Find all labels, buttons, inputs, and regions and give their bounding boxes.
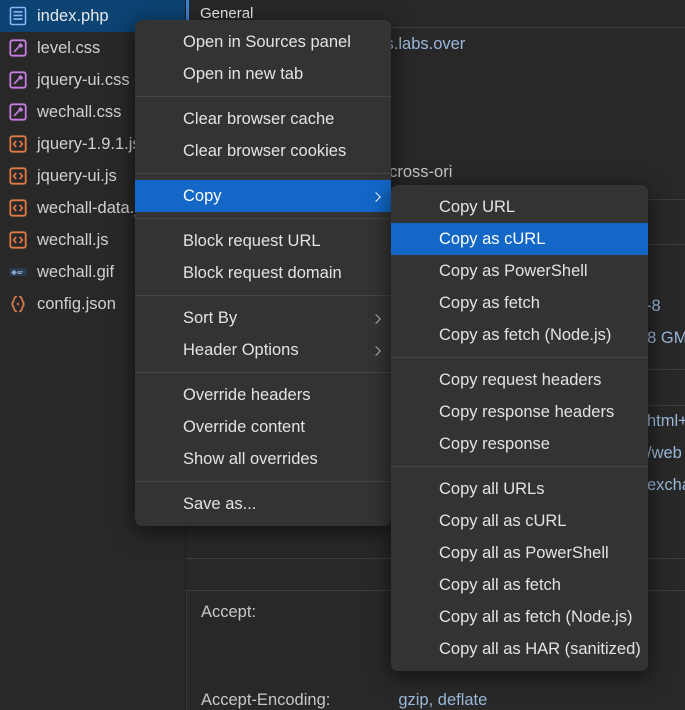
menu-item[interactable]: Override headers xyxy=(135,379,391,411)
devtools-window: General http://natas4.natas.labs.over GE… xyxy=(0,0,685,710)
menu-item[interactable]: Copy response xyxy=(391,428,648,460)
menu-item-label: Copy URL xyxy=(439,197,516,216)
link-web-value: /web xyxy=(647,443,682,462)
request-name-label: index.php xyxy=(37,6,109,25)
script-icon xyxy=(9,231,27,249)
script-icon xyxy=(9,135,27,153)
menu-separator xyxy=(391,466,648,467)
request-name-label: jquery-1.9.1.js xyxy=(37,134,141,153)
menu-separator xyxy=(135,481,391,482)
request-header-row: Accept-Encoding: gzip, deflate xyxy=(186,684,685,710)
menu-item[interactable]: Clear browser cache xyxy=(135,103,391,135)
menu-item[interactable]: Copy URL xyxy=(391,191,648,223)
stylesheet-icon xyxy=(9,39,27,57)
menu-separator xyxy=(135,173,391,174)
menu-item[interactable]: Sort By xyxy=(135,302,391,334)
menu-item-label: Copy xyxy=(183,186,222,205)
menu-item-label: Sort By xyxy=(183,308,238,327)
menu-separator xyxy=(135,96,391,97)
script-icon xyxy=(9,199,27,217)
menu-item-label: Header Options xyxy=(183,340,299,359)
menu-item[interactable]: Copy all as cURL xyxy=(391,505,648,537)
menu-item[interactable]: Save as... xyxy=(135,488,391,520)
image-icon xyxy=(9,268,27,276)
copy-submenu[interactable]: Copy URL Copy as cURL Copy as PowerShell Co… xyxy=(391,185,648,671)
menu-item-label: Copy response xyxy=(439,434,550,453)
menu-item-label: Open in Sources panel xyxy=(183,32,351,51)
menu-item[interactable]: Copy all as HAR (sanitized) xyxy=(391,633,648,665)
stylesheet-icon xyxy=(9,103,27,121)
menu-item-label: Copy all URLs xyxy=(439,479,545,498)
menu-item[interactable]: Copy as fetch (Node.js) xyxy=(391,319,648,351)
request-name-label: wechall.js xyxy=(37,230,109,249)
request-name-label: jquery-ui.js xyxy=(37,166,117,185)
request-name-label: level.css xyxy=(37,38,101,57)
menu-item[interactable]: Copy all as fetch (Node.js) xyxy=(391,601,648,633)
menu-separator xyxy=(135,372,391,373)
network-context-menu[interactable]: Open in Sources panel Open in new tab Clea… xyxy=(135,20,391,526)
chevron-right-icon xyxy=(371,314,381,324)
php-document-icon xyxy=(9,6,27,26)
request-name-label: config.json xyxy=(37,294,116,313)
request-name-label: wechall.gif xyxy=(37,262,115,281)
request-name-label: wechall.css xyxy=(37,102,122,121)
content-type-value: html+ xyxy=(647,411,685,430)
menu-item-label: Clear browser cookies xyxy=(183,141,347,160)
menu-item[interactable]: Copy all as fetch xyxy=(391,569,648,601)
menu-item-label: Save as... xyxy=(183,494,257,513)
menu-item-label: Block request domain xyxy=(183,263,342,282)
menu-item[interactable]: Copy request headers xyxy=(391,364,648,396)
menu-item[interactable]: Clear browser cookies xyxy=(135,135,391,167)
menu-item[interactable]: Header Options xyxy=(135,334,391,366)
script-icon xyxy=(9,167,27,185)
menu-item[interactable]: Copy as cURL xyxy=(391,223,648,255)
menu-item[interactable]: Show all overrides xyxy=(135,443,391,475)
menu-item[interactable]: Copy all URLs xyxy=(391,473,648,505)
link-exchange-value: excha xyxy=(647,475,685,494)
accept-encoding-header-value: gzip, deflate xyxy=(398,690,488,709)
menu-item-label: Copy as cURL xyxy=(439,229,546,248)
menu-separator xyxy=(135,218,391,219)
menu-item-label: Override headers xyxy=(183,385,311,404)
menu-item-label: Copy all as HAR (sanitized) xyxy=(439,639,641,658)
menu-item-label: Open in new tab xyxy=(183,64,304,83)
menu-item-label: Copy as PowerShell xyxy=(439,261,588,280)
menu-item[interactable]: Copy xyxy=(135,180,391,212)
menu-item[interactable]: Copy response headers xyxy=(391,396,648,428)
menu-item[interactable]: Open in Sources panel xyxy=(135,26,391,58)
menu-item[interactable]: Block request URL xyxy=(135,225,391,257)
menu-item[interactable]: Copy as fetch xyxy=(391,287,648,319)
menu-item-label: Copy all as PowerShell xyxy=(439,543,609,562)
menu-item-label: Override content xyxy=(183,417,305,436)
menu-item[interactable]: Copy all as PowerShell xyxy=(391,537,648,569)
menu-item-label: Copy request headers xyxy=(439,370,602,389)
menu-item-label: Copy all as cURL xyxy=(439,511,567,530)
chevron-right-icon xyxy=(371,346,381,356)
menu-item[interactable]: Copy as PowerShell xyxy=(391,255,648,287)
charset-value: -8 xyxy=(646,296,661,315)
menu-item-label: Copy as fetch (Node.js) xyxy=(439,325,612,344)
menu-separator xyxy=(391,357,648,358)
request-name-label: jquery-ui.css xyxy=(37,70,130,89)
accept-encoding-header-name: Accept-Encoding: xyxy=(201,690,331,709)
menu-item-label: Copy all as fetch xyxy=(439,575,561,594)
menu-item[interactable]: Open in new tab xyxy=(135,58,391,90)
menu-separator xyxy=(135,295,391,296)
menu-item-label: Clear browser cache xyxy=(183,109,335,128)
stylesheet-icon xyxy=(9,71,27,89)
menu-item-label: Copy as fetch xyxy=(439,293,540,312)
menu-item-label: Copy all as fetch (Node.js) xyxy=(439,607,633,626)
json-icon xyxy=(11,295,25,313)
accept-header-name: Accept: xyxy=(201,602,257,621)
request-name-label: wechall-data.js xyxy=(37,198,147,217)
menu-item[interactable]: Override content xyxy=(135,411,391,443)
menu-item-label: Show all overrides xyxy=(183,449,318,468)
menu-item-label: Copy response headers xyxy=(439,402,615,421)
menu-item-label: Block request URL xyxy=(183,231,321,250)
menu-item[interactable]: Block request domain xyxy=(135,257,391,289)
chevron-right-icon xyxy=(371,192,381,202)
